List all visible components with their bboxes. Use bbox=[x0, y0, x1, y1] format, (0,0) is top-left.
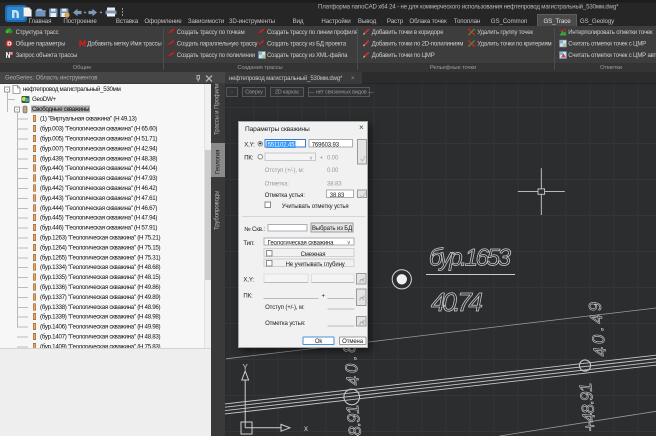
svg-text:бур.1653: бур.1653 bbox=[429, 245, 512, 272]
svg-text:40.49: 40.49 bbox=[585, 300, 610, 357]
svg-text:Y: Y bbox=[243, 363, 249, 372]
svg-text:?: ? bbox=[10, 52, 12, 56]
svg-text:+48.91: +48.91 bbox=[576, 382, 600, 433]
svg-text:x: x bbox=[304, 424, 308, 433]
svg-text:+48.91: +48.91 bbox=[343, 404, 367, 436]
svg-text:40.74: 40.74 bbox=[431, 287, 483, 317]
